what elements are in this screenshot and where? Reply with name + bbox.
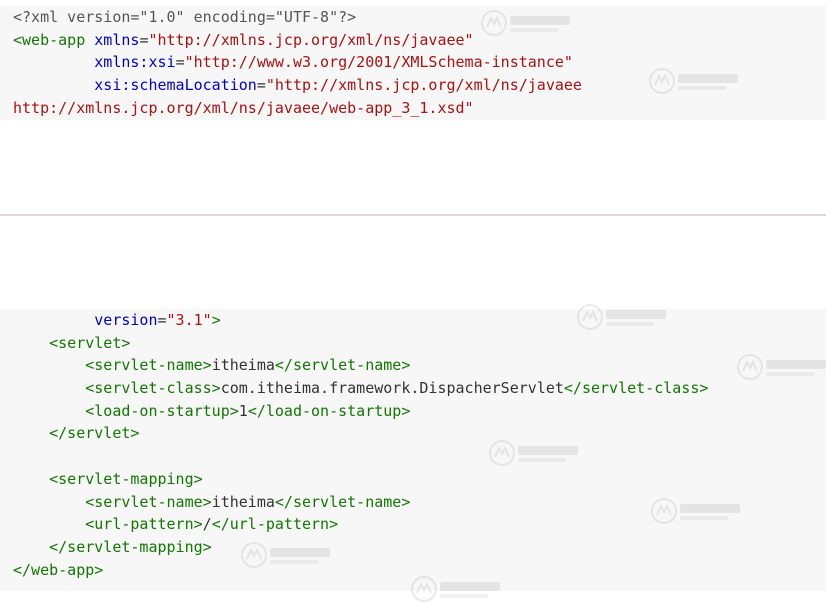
code-line: <?xml version="1.0" encoding="UTF-8"?> — [13, 6, 826, 29]
code-token: 1 — [238, 401, 248, 420]
code-token: <servlet-mapping> — [49, 469, 203, 488]
code-block-bottom: version="3.1"> <servlet> <servlet-name>i… — [0, 309, 826, 591]
code-token: xmlns — [94, 30, 140, 49]
code-token: </url-pattern> — [211, 515, 339, 534]
code-token: = — [157, 311, 167, 329]
code-token: http://xmlns.jcp.org/xml/ns/javaee/web-a… — [13, 98, 474, 117]
code-line: <servlet-name>itheima</servlet-name> — [13, 354, 826, 377]
code-block-top: <?xml version="1.0" encoding="UTF-8"?> <w… — [0, 6, 826, 120]
code-line: <url-pattern>/</url-pattern> — [13, 513, 826, 536]
code-token: </web-app> — [13, 560, 104, 579]
code-token: </servlet-mapping> — [49, 537, 212, 556]
code-line: <servlet-mapping> — [13, 468, 826, 491]
code-token: itheima — [211, 356, 275, 375]
code-line: <servlet> — [13, 332, 826, 355]
code-line: xmlns:xsi="http://www.w3.org/2001/XMLSch… — [13, 51, 826, 74]
code-token: <servlet-name> — [85, 492, 212, 511]
code-token: / — [202, 515, 212, 534]
code-token: "http://xmlns.jcp.org/xml/ns/javaee" — [148, 30, 474, 49]
code-token: </load-on-startup> — [247, 401, 411, 420]
code-line: xsi:schemaLocation="http://xmlns.jcp.org… — [13, 74, 826, 97]
code-token: </servlet-name> — [274, 492, 411, 511]
code-token: = — [175, 53, 185, 72]
code-token: xsi:schemaLocation — [94, 76, 257, 95]
code-token: <load-on-startup> — [85, 401, 239, 420]
code-token: <servlet-name> — [85, 356, 212, 375]
code-line: </servlet> — [13, 422, 826, 445]
code-token: </servlet-name> — [274, 356, 411, 375]
code-token: com.itheima.framework.DispacherServlet — [220, 379, 564, 398]
code-line: </web-app> — [13, 559, 826, 582]
code-token: > — [211, 311, 221, 329]
code-line: <load-on-startup>1</load-on-startup> — [13, 400, 826, 423]
code-token: "http://www.w3.org/2001/XMLSchema-instan… — [184, 53, 573, 72]
code-token: <servlet-class> — [85, 379, 221, 398]
code-token: </servlet> — [49, 424, 140, 443]
code-token: = — [256, 76, 266, 95]
code-line: <servlet-name>itheima</servlet-name> — [13, 491, 826, 514]
code-token: <url-pattern> — [85, 515, 203, 534]
code-token: "http://xmlns.jcp.org/xml/ns/javaee — [265, 76, 582, 95]
code-line: </servlet-mapping> — [13, 536, 826, 559]
code-token: </servlet-class> — [563, 379, 709, 398]
code-token: xmlns:xsi — [94, 53, 176, 72]
page-divider — [0, 214, 826, 216]
code-line: <web-app xmlns="http://xmlns.jcp.org/xml… — [13, 29, 826, 52]
code-line: http://xmlns.jcp.org/xml/ns/javaee/web-a… — [13, 97, 826, 120]
code-line: <servlet-class>com.itheima.framework.Dis… — [13, 377, 826, 400]
code-token: version — [94, 311, 158, 329]
code-token: <?xml version="1.0" encoding="UTF-8"?> — [13, 8, 357, 26]
code-token: <servlet> — [49, 333, 131, 352]
code-token: "3.1" — [166, 311, 212, 329]
code-token: <web-app — [13, 30, 86, 49]
code-token: itheima — [211, 492, 275, 511]
code-line: version="3.1"> — [13, 309, 826, 332]
